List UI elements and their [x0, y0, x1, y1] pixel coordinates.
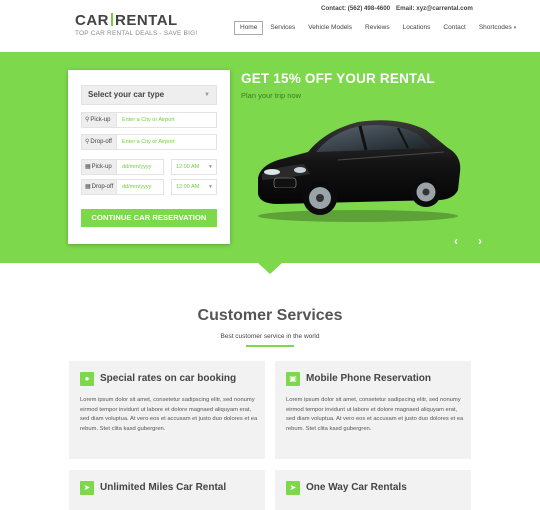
- pickup-date-label-text: Pick-up: [91, 164, 112, 170]
- pickup-label-text: Pick-up: [90, 117, 111, 123]
- nav-reviews[interactable]: Reviews: [359, 21, 396, 35]
- main-nav: Home Services Vehicle Models Reviews Loc…: [234, 21, 523, 35]
- services-divider: [246, 345, 294, 347]
- nav-home[interactable]: Home: [234, 21, 264, 35]
- dropoff-datetime-row: ▦Drop-off dd/mm/yyyy 12:00 AM ▼: [81, 179, 217, 195]
- service-card: ▣ Mobile Phone Reservation Lorem ipsum d…: [275, 361, 471, 459]
- dropoff-location-input[interactable]: Enter a City or Airport: [117, 134, 217, 150]
- site-header: CAR RENTAL TOP CAR RENTAL DEALS - SAVE BI…: [0, 0, 540, 52]
- logo-text-car: CAR: [75, 12, 109, 29]
- nav-contact[interactable]: Contact: [437, 21, 471, 35]
- contact-phone: Contact: (562) 498-4600: [321, 5, 391, 12]
- car-image: [258, 120, 461, 222]
- nav-shortcodes[interactable]: Shortcodes ▾: [473, 21, 522, 35]
- dropoff-date-label: ▦Drop-off: [81, 179, 117, 195]
- paper-plane-icon: ➤: [286, 481, 300, 495]
- logo-text-rental: RENTAL: [115, 12, 178, 29]
- reservation-form: Select your car type ▼ ⚲Pick-up Enter a …: [68, 70, 230, 244]
- site-tagline: TOP CAR RENTAL DEALS - SAVE BIG!: [75, 30, 198, 37]
- promo-subtitle: Plan your trip now: [241, 91, 302, 100]
- dropoff-location-row: ⚲Drop-off Enter a City or Airport: [81, 134, 217, 150]
- service-card-title: Unlimited Miles Car Rental: [100, 482, 227, 493]
- service-card-title: Mobile Phone Reservation: [306, 373, 432, 384]
- pickup-date-label: ▦Pick-up: [81, 159, 117, 175]
- logo-divider: [111, 13, 113, 26]
- pickup-time-value: 12:00 AM: [176, 164, 200, 170]
- calendar-icon: ▦: [85, 184, 91, 190]
- car-type-select-value: Select your car type: [88, 90, 165, 99]
- gift-icon: ▣: [286, 372, 300, 386]
- service-card-title: One Way Car Rentals: [306, 482, 407, 493]
- pickup-datetime-row: ▦Pick-up dd/mm/yyyy 12:00 AM ▼: [81, 159, 217, 175]
- service-card-title: Special rates on car booking: [100, 373, 237, 384]
- pickup-time-select[interactable]: 12:00 AM ▼: [171, 159, 217, 175]
- nav-shortcodes-label: Shortcodes: [478, 24, 512, 31]
- chevron-down-icon: ▼: [208, 184, 213, 190]
- continue-reservation-button[interactable]: CONTINUE CAR RESERVATION: [81, 209, 217, 227]
- chevron-down-icon: ▼: [208, 164, 213, 170]
- pickup-location-input[interactable]: Enter a City or Airport: [117, 112, 217, 128]
- site-logo[interactable]: CAR RENTAL: [75, 12, 178, 29]
- pickup-location-row: ⚲Pick-up Enter a City or Airport: [81, 112, 217, 128]
- contact-email[interactable]: Email: xyz@carrental.com: [396, 5, 473, 12]
- pickup-label: ⚲Pick-up: [81, 112, 117, 128]
- pickup-date-input[interactable]: dd/mm/yyyy: [117, 159, 164, 175]
- calendar-icon: ▦: [85, 164, 91, 170]
- nav-services[interactable]: Services: [264, 21, 301, 35]
- chevron-down-icon: ▾: [513, 25, 517, 31]
- dropoff-time-value: 12:00 AM: [176, 184, 200, 190]
- nav-locations[interactable]: Locations: [397, 21, 437, 35]
- map-marker-icon: ⚲: [85, 117, 90, 123]
- paper-plane-icon: ➤: [80, 481, 94, 495]
- car-type-select[interactable]: Select your car type ▼: [81, 85, 217, 105]
- promo-title: GET 15% OFF YOUR RENTAL: [241, 71, 435, 86]
- services-title: Customer Services: [197, 307, 343, 324]
- dropoff-time-select[interactable]: 12:00 AM ▼: [171, 179, 217, 195]
- hero-notch: [258, 263, 282, 274]
- service-card: ● Special rates on car booking Lorem ips…: [69, 361, 265, 459]
- apple-icon: ●: [80, 372, 94, 386]
- dropoff-label-text: Drop-off: [90, 139, 112, 145]
- service-card-text: Lorem ipsum dolor sit amet, consetetur s…: [80, 397, 258, 432]
- nav-vehicle-models[interactable]: Vehicle Models: [302, 21, 358, 35]
- dropoff-label: ⚲Drop-off: [81, 134, 117, 150]
- slider-prev-arrow[interactable]: ‹: [454, 234, 458, 248]
- dropoff-date-label-text: Drop-off: [91, 184, 114, 190]
- slider-next-arrow[interactable]: ›: [478, 234, 482, 248]
- service-card-text: Lorem ipsum dolor sit amet, consetetur s…: [286, 397, 464, 432]
- service-card: ➤ Unlimited Miles Car Rental: [69, 470, 265, 510]
- service-card: ➤ One Way Car Rentals: [275, 470, 471, 510]
- dropoff-date-input[interactable]: dd/mm/yyyy: [117, 179, 164, 195]
- services-subtitle: Best customer service in the world: [220, 333, 320, 340]
- chevron-down-icon: ▼: [204, 92, 210, 98]
- map-marker-icon: ⚲: [85, 139, 90, 145]
